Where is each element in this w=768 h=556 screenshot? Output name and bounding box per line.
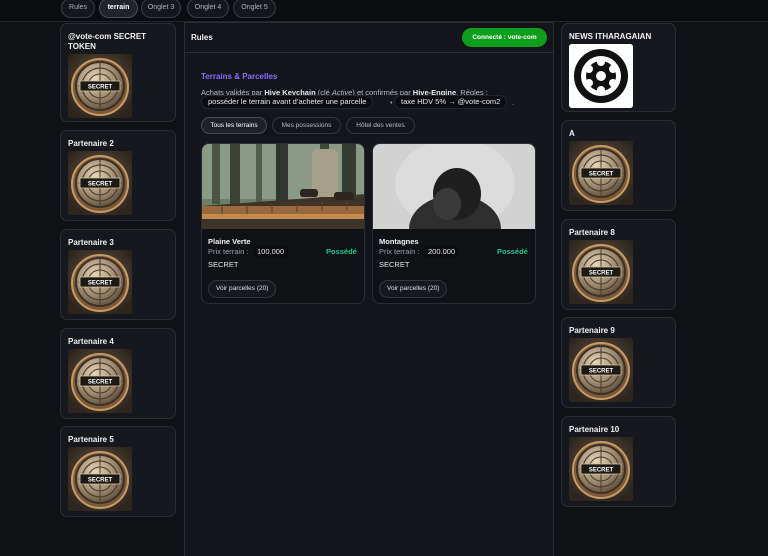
partner-card-a[interactable]: A SECRET: [561, 120, 676, 211]
rule-end: .: [512, 98, 515, 107]
filter-my-possessions[interactable]: Mes possessions: [272, 117, 341, 134]
connection-status-badge[interactable]: Connecté : vote-com: [462, 28, 547, 47]
logo-text: SECRET: [88, 281, 113, 287]
tab-onglet-3[interactable]: Onglet 3: [141, 0, 181, 18]
secret-token-logo: SECRET: [68, 349, 132, 413]
land-card-montagnes[interactable]: Montagnes Prix terrain : 200.000 SECRET …: [372, 143, 536, 304]
main-header: Rules Connecté : vote-com: [185, 23, 553, 53]
partner-name: NEWS ITHARAGAIAN: [569, 32, 652, 41]
tab-onglet-4[interactable]: Onglet 4: [187, 0, 229, 18]
partner-name: A: [569, 129, 575, 138]
secret-token-logo: SECRET: [68, 54, 132, 118]
partner-card-4[interactable]: Partenaire 4 SECRET: [60, 328, 176, 419]
partner-card-8[interactable]: Partenaire 8 SECRET: [561, 219, 676, 310]
partner-name: Partenaire 2: [68, 139, 114, 148]
land-image-portrait: [373, 144, 535, 229]
partner-name: @vote-com SECRET TOKEN: [68, 32, 147, 51]
filter-all-lands[interactable]: Tous les terrains: [201, 117, 267, 134]
logo-text: SECRET: [589, 468, 614, 474]
secret-token-logo: SECRET: [68, 250, 132, 314]
price-label: Prix terrain :: [379, 247, 420, 256]
logo-text: SECRET: [88, 85, 113, 91]
tab-rules[interactable]: Rules: [61, 0, 95, 18]
tab-onglet-5[interactable]: Onglet 5: [233, 0, 276, 18]
secret-token-logo: SECRET: [68, 151, 132, 215]
partner-name: Partenaire 3: [68, 238, 114, 247]
logo-text: SECRET: [589, 369, 614, 375]
tab-terrain[interactable]: terrain: [99, 0, 138, 18]
partner-name: Partenaire 8: [569, 228, 615, 237]
partner-name: Partenaire 5: [68, 435, 114, 444]
partner-card-3[interactable]: Partenaire 3 SECRET: [60, 229, 176, 320]
land-card-plaine-verte[interactable]: Plaine Verte Prix terrain : 100.000 SECR…: [201, 143, 365, 304]
partner-card-10[interactable]: Partenaire 10 SECRET: [561, 416, 676, 507]
owned-status: Possédé: [326, 247, 357, 256]
rule-chip-own-land: posséder le terrain avant d’acheter une …: [201, 95, 374, 109]
main-panel: Rules Connecté : vote-com Terrains & Par…: [184, 22, 554, 556]
partner-card-news[interactable]: NEWS ITHARAGAIAN: [561, 23, 676, 112]
secret-token-logo: SECRET: [569, 338, 633, 402]
news-logo: [569, 44, 633, 108]
tab-bar: Rules terrain Onglet 3 Onglet 4 Onglet 5: [0, 0, 768, 22]
partner-name: Partenaire 9: [569, 326, 615, 335]
rule-separator: •: [390, 98, 393, 107]
view-parcels-button[interactable]: Voir parcelles (20): [208, 280, 277, 298]
secret-token-logo: SECRET: [569, 240, 633, 304]
section-title: Terrains & Parcelles: [201, 72, 278, 81]
partner-card-2[interactable]: Partenaire 2 SECRET: [60, 130, 176, 221]
price-label: Prix terrain :: [208, 247, 249, 256]
price-currency: SECRET: [379, 260, 410, 269]
page-title: Rules: [191, 33, 213, 42]
price-value: 100.000: [253, 245, 289, 258]
partner-card-9[interactable]: Partenaire 9 SECRET: [561, 317, 676, 408]
rule-chip-tax: taxe HDV 5% → @vote-com2: [394, 95, 508, 109]
owned-status: Possédé: [497, 247, 528, 256]
land-name: Plaine Verte: [208, 237, 251, 246]
price-value: 200.000: [424, 245, 460, 258]
partner-name: Partenaire 10: [569, 425, 620, 434]
logo-text: SECRET: [88, 478, 113, 484]
price-currency: SECRET: [208, 260, 239, 269]
logo-text: SECRET: [589, 271, 614, 277]
logo-text: SECRET: [88, 380, 113, 386]
land-name: Montagnes: [379, 237, 419, 246]
view-parcels-button[interactable]: Voir parcelles (20): [379, 280, 448, 298]
filter-auction-house[interactable]: Hôtel des ventes: [346, 117, 415, 134]
logo-text: SECRET: [589, 172, 614, 178]
secret-token-logo: SECRET: [569, 141, 633, 205]
partner-card-5[interactable]: Partenaire 5 SECRET: [60, 426, 176, 517]
land-image-forest: [202, 144, 364, 229]
partner-card-vote-com[interactable]: @vote-com SECRET TOKEN SECRET: [60, 23, 176, 122]
secret-token-logo: SECRET: [569, 437, 633, 501]
partner-name: Partenaire 4: [68, 337, 114, 346]
logo-text: SECRET: [88, 182, 113, 188]
secret-token-logo: SECRET: [68, 447, 132, 511]
